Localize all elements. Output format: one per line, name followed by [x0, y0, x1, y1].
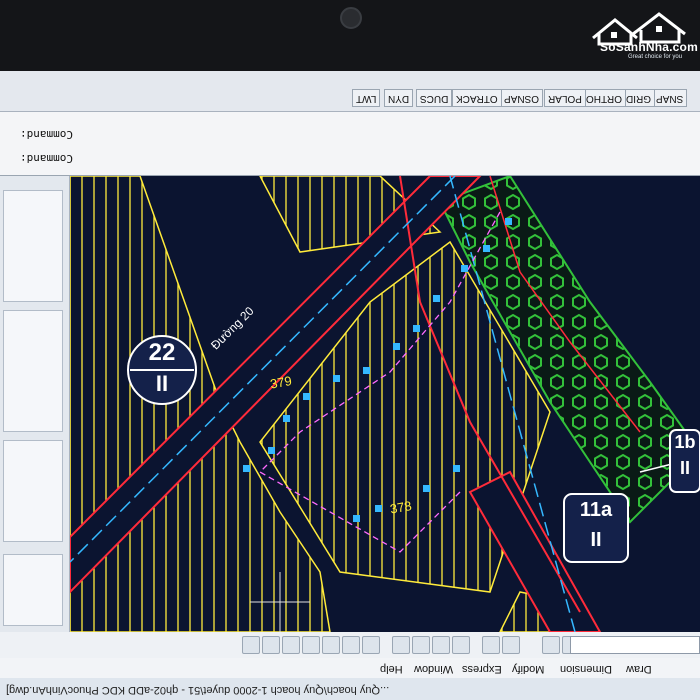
redo-icon[interactable] [482, 636, 500, 654]
title-bar: ...Quy hoach\Quy hoach 1-2000 duyet\51 -… [0, 677, 700, 700]
webcam-icon [340, 7, 362, 29]
palette-section-2[interactable] [3, 440, 63, 542]
zoom-previous-icon[interactable] [392, 636, 410, 654]
status-grid[interactable]: GRID [622, 89, 655, 107]
palette-section-1[interactable] [3, 554, 63, 626]
menu-window[interactable]: Window [414, 663, 453, 675]
status-polar[interactable]: POLAR [544, 89, 586, 107]
cad-drawing: II 22 II 11a II 1b 379 378 Đường 20 [70, 176, 700, 632]
status-ortho[interactable]: ORTHO [582, 89, 626, 107]
window-title: ...Quy hoach\Quy hoach 1-2000 duyet\51 -… [6, 684, 390, 696]
command-line-1: Command: [20, 152, 73, 165]
toolbar [0, 631, 700, 658]
status-snap[interactable]: SNAP [652, 89, 688, 107]
rotate-tool-icon[interactable] [542, 636, 560, 654]
palette-section-4[interactable] [3, 190, 63, 302]
lot-1b-zone: II [680, 458, 690, 478]
undo-icon[interactable] [502, 636, 520, 654]
autocad-window: ...Quy hoach\Quy hoach 1-2000 duyet\51 -… [0, 71, 700, 700]
layer-icon[interactable] [242, 636, 260, 654]
menu-draw[interactable]: Draw [626, 663, 652, 675]
lot-22-number: 22 [149, 339, 176, 366]
status-dyn[interactable]: DYN [384, 89, 414, 107]
right-palette [0, 176, 70, 632]
design-center-icon[interactable] [342, 636, 360, 654]
palette-section-3[interactable] [3, 310, 63, 432]
status-lwt[interactable]: LWT [352, 89, 381, 107]
menu-modify[interactable]: Modify [512, 663, 544, 675]
watermark-tagline: Great choice for you [628, 54, 683, 60]
tool-palettes-icon[interactable] [322, 636, 340, 654]
lot-marker-1b: II 1b [669, 429, 700, 493]
road-label: Đường 20 [208, 304, 257, 353]
menu-bar: Draw Dimension Modify Express Window Hel… [0, 657, 700, 678]
command-window[interactable]: Command: Command: [0, 111, 700, 176]
layer-dropdown[interactable] [570, 636, 700, 654]
lot-11a-number: 11a [580, 499, 613, 521]
lot-marker-11a: II 11a [563, 493, 629, 563]
status-osnap[interactable]: OSNAP [500, 89, 544, 107]
status-otrack[interactable]: OTRACK [452, 89, 502, 107]
zoom-window-icon[interactable] [412, 636, 430, 654]
zoom-realtime-icon[interactable] [432, 636, 450, 654]
parcel-label-379: 379 [269, 373, 293, 392]
status-bar: SNAP GRID ORTHO POLAR OSNAP OTRACK DUCS … [0, 71, 700, 112]
drawing-canvas[interactable]: II 22 II 11a II 1b 379 378 Đường 20 [70, 176, 700, 632]
properties-icon[interactable] [362, 636, 380, 654]
calculator-icon[interactable] [302, 636, 320, 654]
menu-dimension[interactable]: Dimension [560, 663, 612, 675]
watermark-brand: SoSanhNha.com [600, 40, 698, 54]
lot-1b-number: 1b [674, 432, 695, 452]
pan-icon[interactable] [452, 636, 470, 654]
status-ducs[interactable]: DUCS [416, 89, 453, 107]
help-icon[interactable] [262, 636, 280, 654]
lot-11a-zone: II [590, 529, 601, 551]
command-line-2[interactable]: Command: [20, 128, 73, 141]
lot-22-zone: II [156, 371, 168, 396]
markup-icon[interactable] [282, 636, 300, 654]
menu-help[interactable]: Help [380, 663, 403, 675]
menu-express[interactable]: Express [462, 663, 502, 675]
lot-marker-22: II 22 [127, 335, 197, 405]
